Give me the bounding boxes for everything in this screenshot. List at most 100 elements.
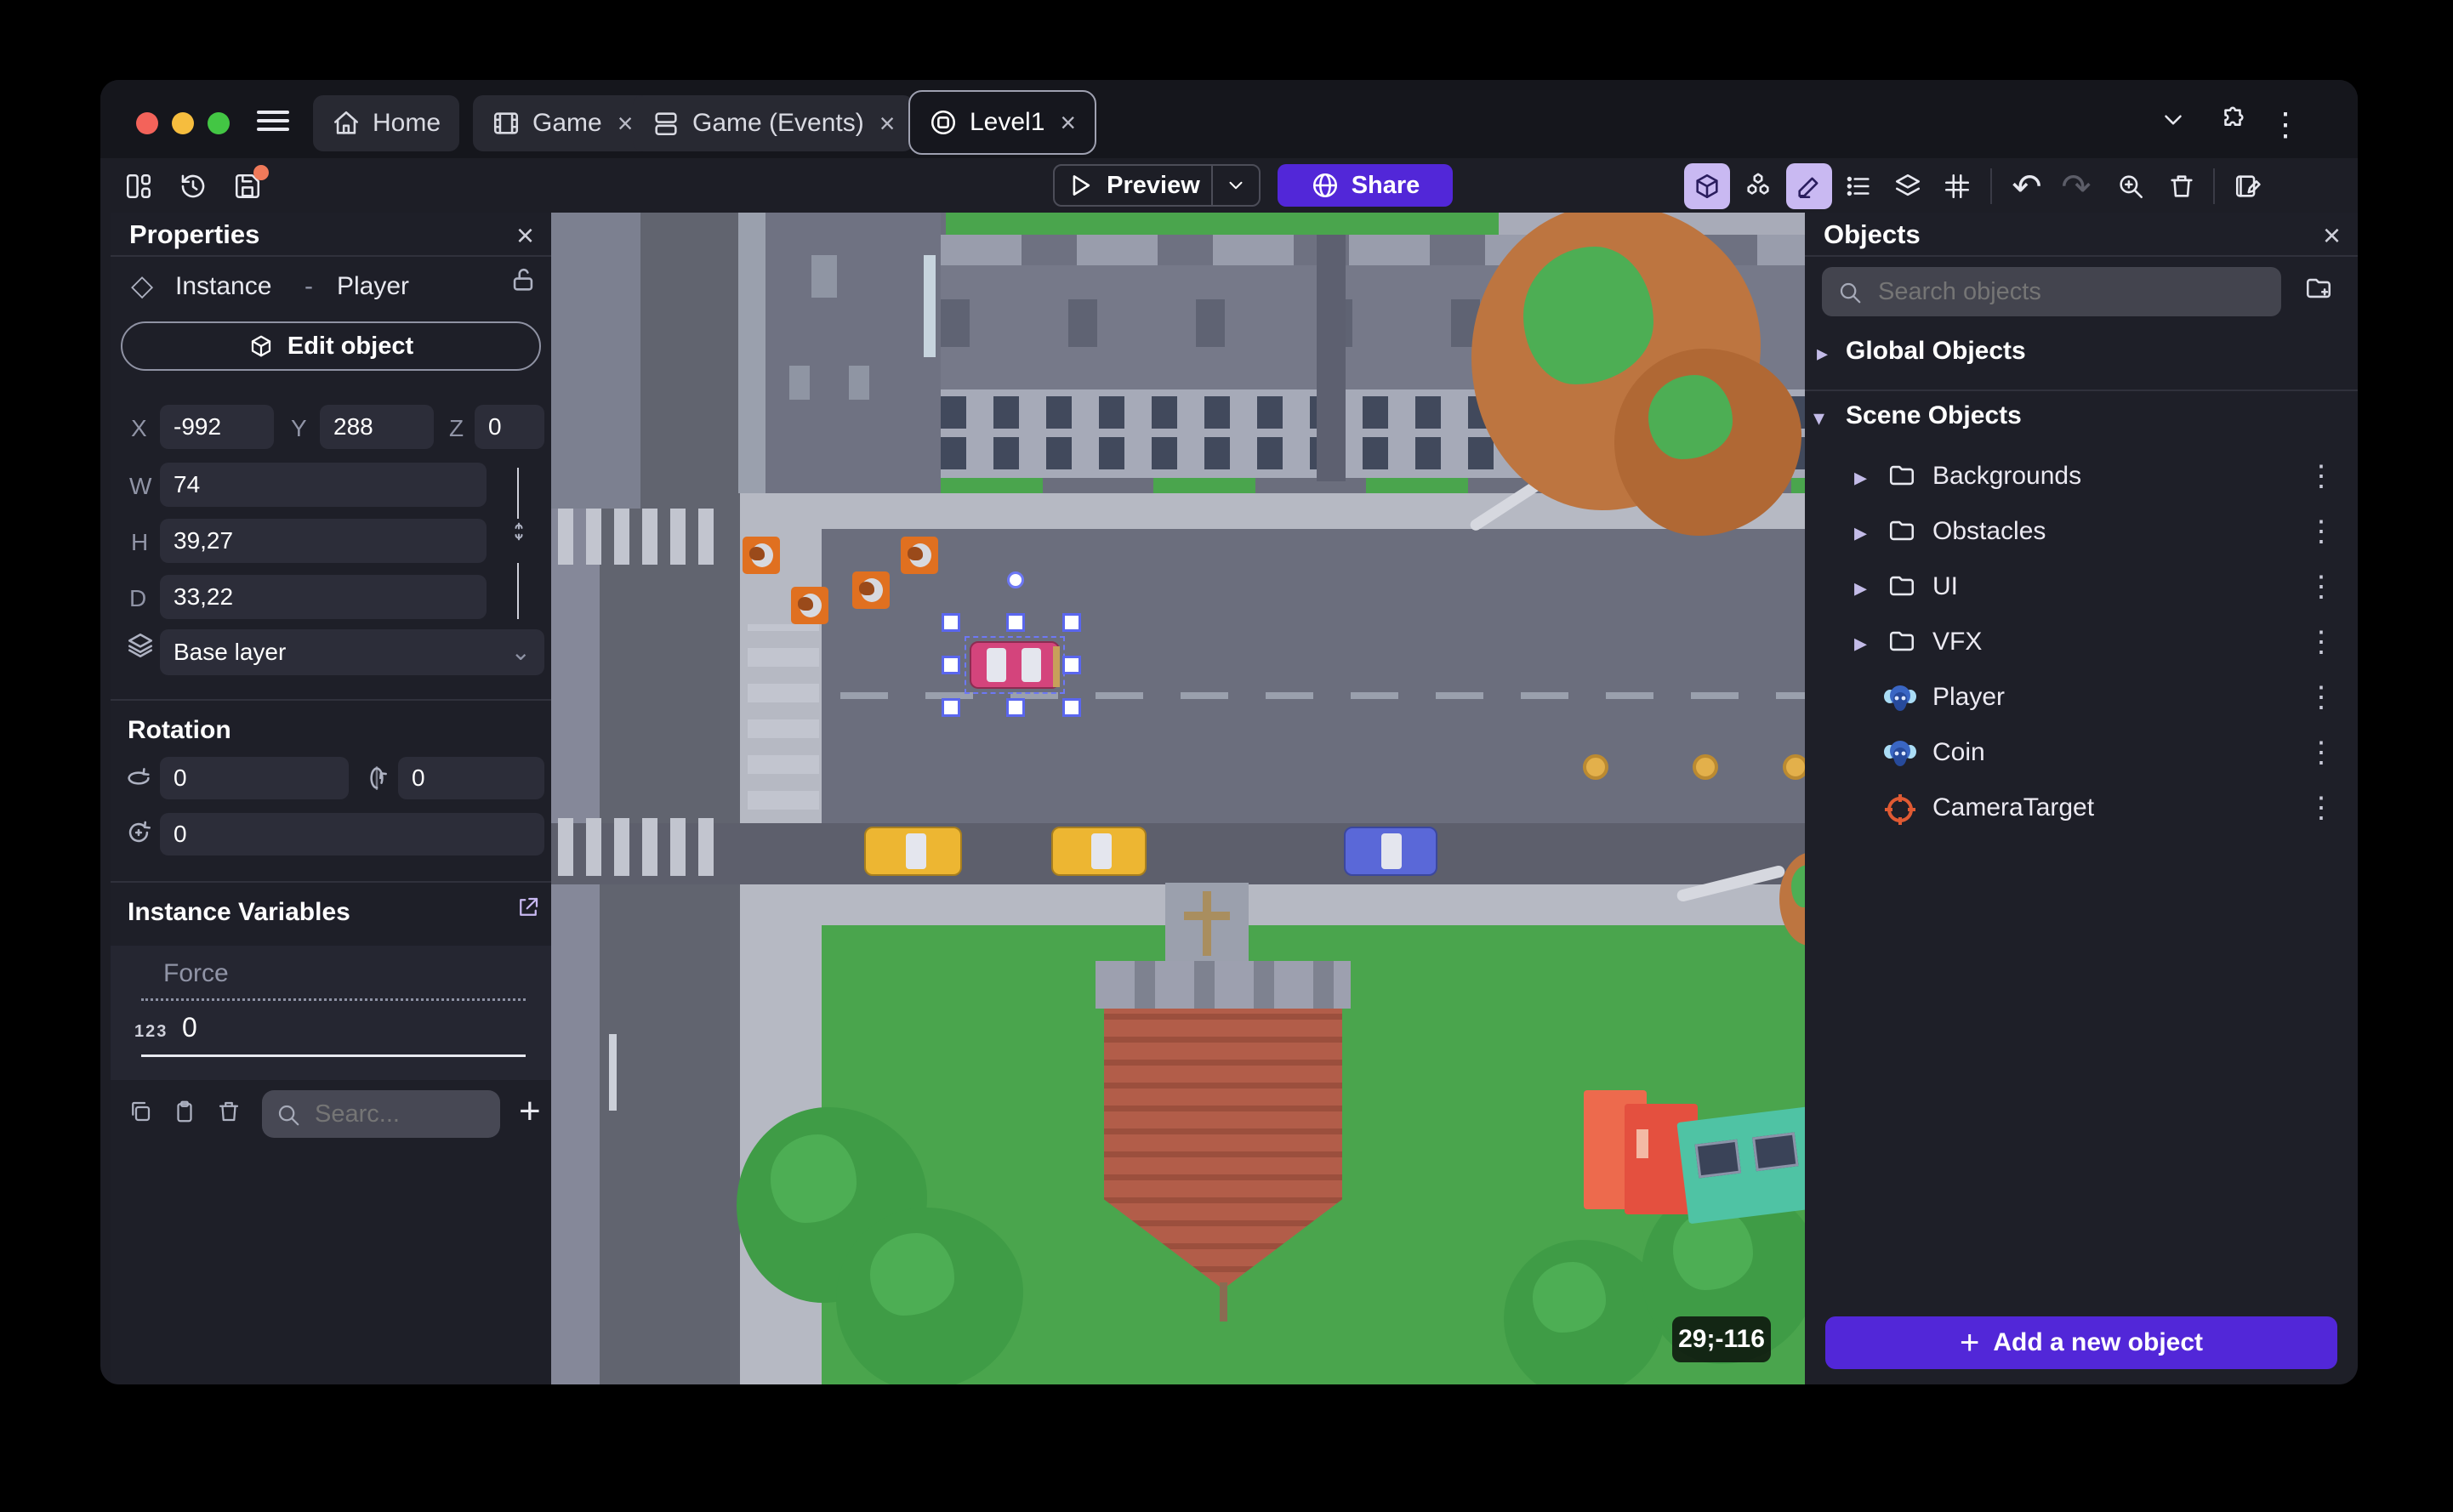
layer-select[interactable]: Base layer ⌄ <box>160 629 544 675</box>
crate-obstacle[interactable] <box>901 537 938 574</box>
expand-caret[interactable]: ▸ <box>1854 628 1867 658</box>
preview-button[interactable]: Preview <box>1053 164 1261 207</box>
expand-caret[interactable]: ▸ <box>1854 518 1867 548</box>
variable-value[interactable]: 0 <box>182 1012 197 1043</box>
tab-level1[interactable]: Level1 × <box>908 90 1097 155</box>
coin[interactable] <box>1783 754 1805 780</box>
preview-options-chevron[interactable] <box>1211 166 1259 205</box>
row-menu-kebab-icon[interactable]: ⋮ <box>2307 791 2336 825</box>
tab-home[interactable]: Home <box>313 95 460 151</box>
selection-handle[interactable] <box>942 613 960 632</box>
expand-caret[interactable]: ▸ <box>1854 463 1867 492</box>
scene-objects-caret[interactable]: ▾ <box>1813 405 1824 431</box>
close-window-button[interactable] <box>136 112 158 134</box>
x-input[interactable] <box>160 405 274 449</box>
crate-obstacle[interactable] <box>852 571 890 609</box>
selection-handle[interactable] <box>1062 656 1081 674</box>
expand-caret[interactable]: ▸ <box>1854 573 1867 603</box>
close-properties-icon[interactable]: × <box>516 218 534 253</box>
grid-icon[interactable] <box>1934 163 1980 209</box>
coin[interactable] <box>1583 754 1608 780</box>
global-objects-header[interactable]: Global Objects <box>1846 337 2026 366</box>
rotation-x-input[interactable] <box>160 757 349 799</box>
variables-search[interactable] <box>262 1090 500 1138</box>
selection-handle[interactable] <box>942 656 960 674</box>
width-input[interactable] <box>160 463 487 507</box>
close-tab-icon[interactable]: × <box>618 108 634 139</box>
add-new-object-button[interactable]: + Add a new object <box>1825 1316 2337 1369</box>
close-tab-icon[interactable]: × <box>1060 107 1076 139</box>
3d-view-toggle-icon[interactable] <box>1684 163 1730 209</box>
external-link-icon[interactable] <box>515 893 541 926</box>
object-row-player[interactable]: Player ⋮ <box>1805 672 2358 726</box>
layout-panels-icon[interactable] <box>116 163 162 209</box>
yellow-car[interactable] <box>864 827 962 876</box>
chevron-down-icon[interactable] <box>2159 105 2188 139</box>
save-icon[interactable] <box>225 163 270 209</box>
rotation-z-input[interactable] <box>160 813 544 855</box>
redo-icon[interactable]: ↷ <box>2053 163 2099 209</box>
scene-objects-header[interactable]: Scene Objects <box>1846 401 2022 430</box>
paste-icon[interactable] <box>172 1097 197 1130</box>
zoom-window-button[interactable] <box>208 112 230 134</box>
undo-icon[interactable]: ↶ <box>2004 163 2050 209</box>
selection-handle[interactable] <box>1006 613 1025 632</box>
history-icon[interactable] <box>170 163 216 209</box>
row-menu-kebab-icon[interactable]: ⋮ <box>2307 570 2336 604</box>
folder-row-backgrounds[interactable]: ▸ Backgrounds ⋮ <box>1805 451 2358 505</box>
crate-obstacle[interactable] <box>743 537 780 574</box>
variables-search-input[interactable] <box>315 1095 485 1133</box>
global-objects-caret[interactable]: ▸ <box>1817 340 1828 367</box>
delete-trash-icon[interactable] <box>2159 163 2205 209</box>
trash-icon[interactable] <box>216 1097 242 1130</box>
row-menu-kebab-icon[interactable]: ⋮ <box>2307 459 2336 493</box>
rotation-y-input[interactable] <box>398 757 544 799</box>
minimize-window-button[interactable] <box>172 112 194 134</box>
layers-icon[interactable] <box>1885 163 1931 209</box>
folder-row-ui[interactable]: ▸ UI ⋮ <box>1805 561 2358 616</box>
tree[interactable] <box>836 1208 1023 1384</box>
close-tab-icon[interactable]: × <box>879 108 896 139</box>
tab-game[interactable]: Game × <box>473 95 652 151</box>
tab-game-events[interactable]: Game (Events) × <box>633 95 914 151</box>
events-editor-icon[interactable] <box>2225 163 2271 209</box>
edit-pencil-icon[interactable] <box>1786 163 1832 209</box>
coin[interactable] <box>1693 754 1718 780</box>
scene-canvas[interactable]: 29;-116 <box>551 213 1805 1384</box>
crate-obstacle[interactable] <box>791 587 828 624</box>
main-menu-icon[interactable] <box>255 105 291 136</box>
depth-input[interactable] <box>160 575 487 619</box>
player-car-selected[interactable] <box>970 641 1060 689</box>
add-folder-icon[interactable] <box>2303 274 2334 307</box>
object-row-coin[interactable]: Coin ⋮ <box>1805 727 2358 782</box>
selection-handle[interactable] <box>942 698 960 717</box>
share-button[interactable]: Share <box>1278 164 1453 207</box>
instances-list-icon[interactable] <box>1835 163 1881 209</box>
object-row-cameratarget[interactable]: CameraTarget ⋮ <box>1805 782 2358 837</box>
row-menu-kebab-icon[interactable]: ⋮ <box>2307 736 2336 770</box>
variable-name[interactable]: Force <box>163 959 229 988</box>
tree[interactable] <box>1504 1240 1665 1384</box>
extensions-puzzle-icon[interactable] <box>2218 105 2247 139</box>
selection-handle[interactable] <box>1062 698 1081 717</box>
y-input[interactable] <box>320 405 434 449</box>
close-objects-icon[interactable]: × <box>2323 218 2341 253</box>
edit-object-button[interactable]: Edit object <box>121 321 541 371</box>
blue-car[interactable] <box>1344 827 1437 876</box>
selection-handle[interactable] <box>1006 698 1025 717</box>
browser-menu-kebab-icon[interactable]: ⋮ <box>2269 105 2302 144</box>
selection-handle[interactable] <box>1062 613 1081 632</box>
z-input[interactable] <box>475 405 544 449</box>
lock-open-icon[interactable] <box>509 265 538 298</box>
objects-search[interactable] <box>1822 267 2281 316</box>
row-menu-kebab-icon[interactable]: ⋮ <box>2307 514 2336 549</box>
row-menu-kebab-icon[interactable]: ⋮ <box>2307 680 2336 714</box>
yellow-car[interactable] <box>1051 827 1147 876</box>
row-menu-kebab-icon[interactable]: ⋮ <box>2307 625 2336 659</box>
add-variable-plus-icon[interactable]: + <box>519 1090 541 1133</box>
height-input[interactable] <box>160 519 487 563</box>
objects-stack-icon[interactable] <box>1735 163 1781 209</box>
copy-icon[interactable] <box>128 1097 153 1130</box>
rotation-handle[interactable] <box>1007 571 1024 588</box>
zoom-in-icon[interactable] <box>2108 163 2154 209</box>
